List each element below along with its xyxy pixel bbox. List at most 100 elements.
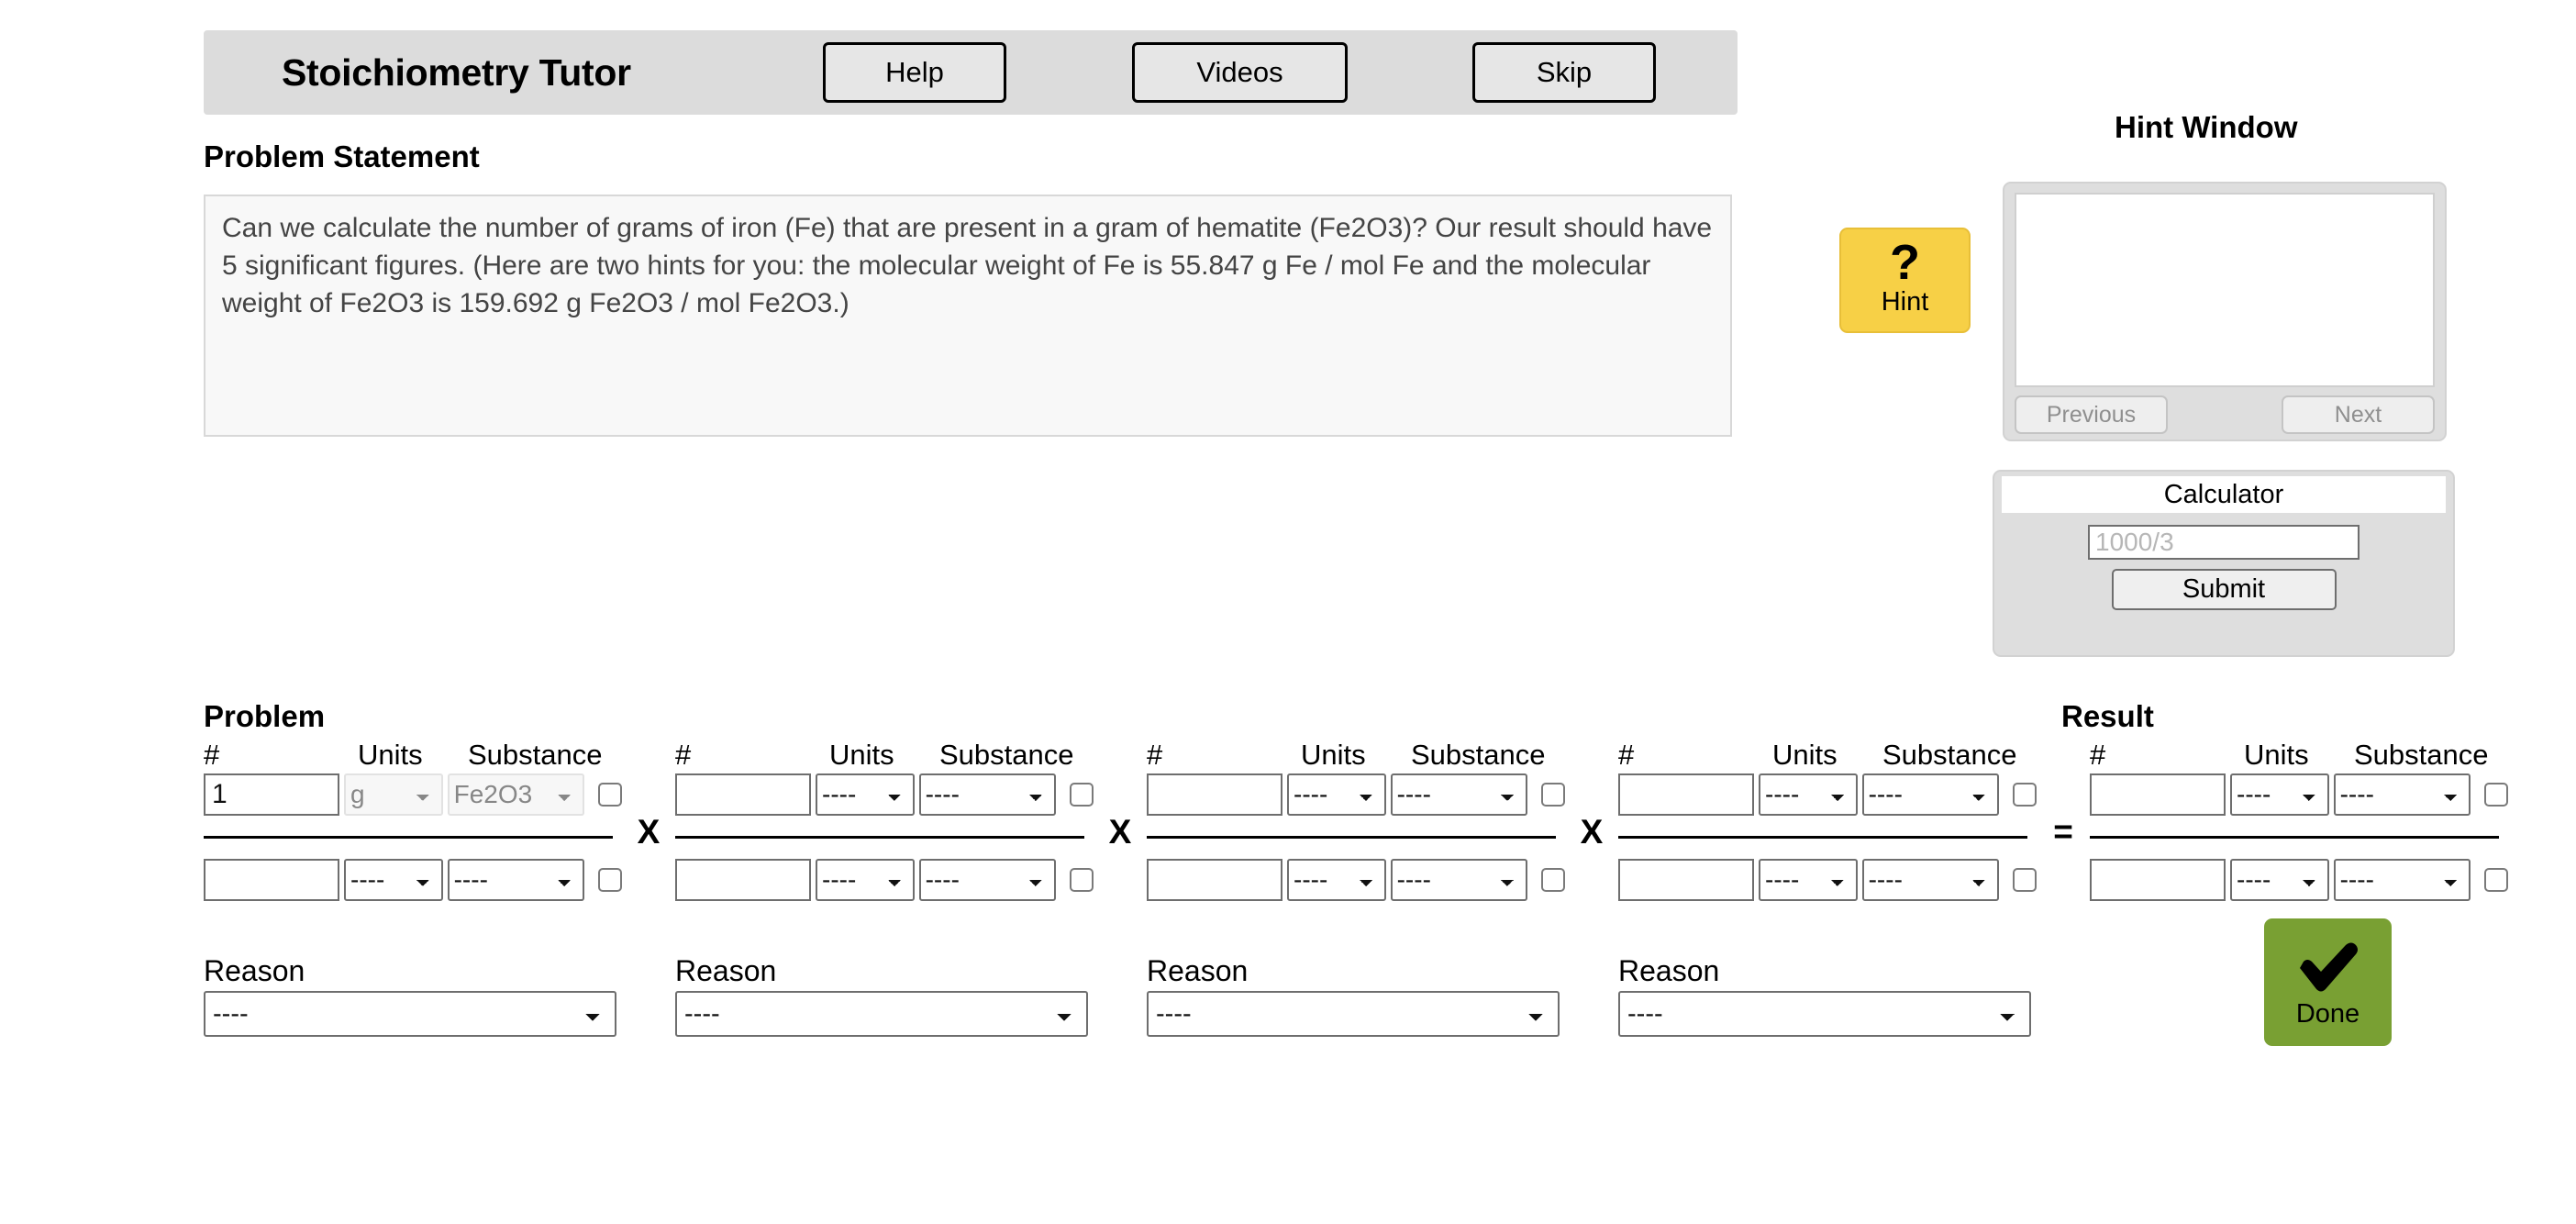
term-4-column-headers: # Units Substance [1618, 738, 2037, 773]
result-term-denominator-substance-select[interactable]: ---- [2333, 858, 2471, 901]
term-1-numerator-substance-select[interactable]: Fe2O3 [447, 773, 584, 816]
calculator-input[interactable] [2088, 525, 2359, 560]
reason-label-2: Reason [675, 954, 777, 987]
header-substance: Substance [2354, 739, 2489, 771]
term-4-numerator-substance-select[interactable]: ---- [1861, 773, 1999, 816]
term-1-denominator-substance-select[interactable]: ---- [447, 858, 584, 901]
term-4-denominator-checkbox[interactable] [2013, 867, 2037, 892]
help-button[interactable]: Help [823, 42, 1006, 103]
header-number: # [675, 739, 692, 771]
problem-section-label: Problem [204, 699, 326, 733]
reason-cell-4: Reason ---- [1618, 954, 2090, 1037]
term-1-numerator-checkbox[interactable] [598, 782, 622, 807]
term-2-numerator-units-select[interactable]: ---- [816, 773, 915, 816]
result-term-denominator: ---- ---- [2090, 858, 2508, 901]
term-2-numerator-number-input[interactable] [675, 773, 811, 816]
term-1-fraction-bar-line [204, 835, 613, 839]
term-2-numerator-substance-select[interactable]: ---- [918, 773, 1056, 816]
equation-term-5: # Units Substance ---- ---- ---- ---- [2090, 738, 2508, 901]
term-4-denominator-number-input[interactable] [1618, 858, 1754, 901]
header-substance: Substance [1411, 739, 1546, 771]
term-2-column-headers: # Units Substance [675, 738, 1094, 773]
equation-term-2: # Units Substance ---- ---- ---- ---- X [675, 738, 1147, 901]
equation-builder: #UnitsSubstancegFe2O3--------X#UnitsSubs… [204, 738, 2508, 901]
term-4-fraction-bar-line [1618, 835, 2027, 839]
result-term-denominator-checkbox[interactable] [2484, 867, 2508, 892]
term-1-numerator-number-input[interactable] [204, 773, 339, 816]
problem-statement-label: Problem Statement [204, 139, 480, 173]
term-1-numerator-units-select[interactable]: g [344, 773, 443, 816]
term-1-denominator-number-input[interactable] [204, 858, 339, 901]
term-3-denominator-number-input[interactable] [1147, 858, 1282, 901]
calculator-panel: Calculator Submit [1993, 470, 2455, 657]
term-4-denominator-substance-select[interactable]: ---- [1861, 858, 1999, 901]
term-3-denominator: ---- ---- [1147, 858, 1565, 901]
hint-button[interactable]: ? Hint [1839, 228, 1971, 333]
term-4-denominator-units-select[interactable]: ---- [1759, 858, 1858, 901]
reason-select-2[interactable]: ---- [675, 991, 1088, 1037]
term-3-numerator: ---- ---- [1147, 773, 1565, 816]
term-2-denominator-substance-select[interactable]: ---- [918, 858, 1056, 901]
result-term-denominator-units-select[interactable]: ---- [2230, 858, 2329, 901]
term-3-numerator-number-input[interactable] [1147, 773, 1282, 816]
equation-term-1: #UnitsSubstancegFe2O3--------X [204, 738, 675, 901]
term-1-denominator-checkbox[interactable] [598, 867, 622, 892]
term-1-denominator-units-select[interactable]: ---- [344, 858, 443, 901]
header-number: # [204, 739, 220, 771]
calculator-submit-button[interactable]: Submit [2111, 569, 2337, 610]
hint-next-button[interactable]: Next [2282, 395, 2435, 434]
done-button[interactable]: Done [2264, 918, 2392, 1046]
term-2-denominator-units-select[interactable]: ---- [816, 858, 915, 901]
term-3-denominator-units-select[interactable]: ---- [1287, 858, 1386, 901]
term-3-numerator-units-select[interactable]: ---- [1287, 773, 1386, 816]
reason-label-3: Reason [1147, 954, 1249, 987]
header-units: Units [358, 739, 423, 771]
term-4-numerator-checkbox[interactable] [2013, 782, 2037, 807]
result-term-denominator-number-input[interactable] [2090, 858, 2226, 901]
term-1-column-headers: # Units Substance [204, 738, 622, 773]
term-3-fraction-bar-line [1147, 835, 1556, 839]
result-term-numerator-number-input[interactable] [2090, 773, 2226, 816]
term-3-numerator-substance-select[interactable]: ---- [1390, 773, 1527, 816]
result-term-column-headers: # Units Substance [2090, 738, 2508, 773]
reason-select-1[interactable]: ---- [204, 991, 616, 1037]
result-term-numerator-checkbox[interactable] [2484, 782, 2508, 807]
header-number: # [1147, 739, 1163, 771]
reason-row: Reason ---- Reason ---- Reason ---- Reason ---- [204, 954, 2090, 1037]
term-3-denominator-checkbox[interactable] [1541, 867, 1565, 892]
term-3-denominator-substance-select[interactable]: ---- [1390, 858, 1527, 901]
reason-select-4[interactable]: ---- [1618, 991, 2031, 1037]
term-3-numerator-checkbox[interactable] [1541, 782, 1565, 807]
header-substance: Substance [939, 739, 1074, 771]
header-units: Units [1772, 739, 1838, 771]
header-units: Units [2244, 739, 2309, 771]
result-term-numerator: ---- ---- [2090, 773, 2508, 816]
result-section-label: Result [2061, 699, 2154, 733]
result-term-numerator-units-select[interactable]: ---- [2230, 773, 2329, 816]
term-2-denominator: ---- ---- [675, 858, 1094, 901]
term-4-numerator: ---- ---- [1618, 773, 2037, 816]
term-4-fraction: # Units Substance ---- ---- ---- ---- [1618, 738, 2037, 901]
term-4-numerator-units-select[interactable]: ---- [1759, 773, 1858, 816]
term-4-denominator: ---- ---- [1618, 858, 2037, 901]
term-2-denominator-number-input[interactable] [675, 858, 811, 901]
hint-previous-button[interactable]: Previous [2015, 395, 2168, 434]
reason-label-4: Reason [1618, 954, 1720, 987]
term-4-numerator-number-input[interactable] [1618, 773, 1754, 816]
result-term-fraction-bar [2090, 816, 2508, 858]
header-units: Units [1301, 739, 1366, 771]
calculator-title: Calculator [2002, 476, 2446, 513]
header-units: Units [829, 739, 894, 771]
term-3-column-headers: # Units Substance [1147, 738, 1565, 773]
result-term-numerator-substance-select[interactable]: ---- [2333, 773, 2471, 816]
videos-button[interactable]: Videos [1132, 42, 1348, 103]
reason-cell-2: Reason ---- [675, 954, 1147, 1037]
term-2-numerator-checkbox[interactable] [1070, 782, 1094, 807]
reason-select-3[interactable]: ---- [1147, 991, 1560, 1037]
result-term-fraction-bar-line [2090, 835, 2499, 839]
term-2-denominator-checkbox[interactable] [1070, 867, 1094, 892]
term-1-numerator: gFe2O3 [204, 773, 622, 816]
skip-button[interactable]: Skip [1472, 42, 1656, 103]
result-term-fraction: # Units Substance ---- ---- ---- ---- [2090, 738, 2508, 901]
term-2-fraction: # Units Substance ---- ---- ---- ---- [675, 738, 1094, 901]
